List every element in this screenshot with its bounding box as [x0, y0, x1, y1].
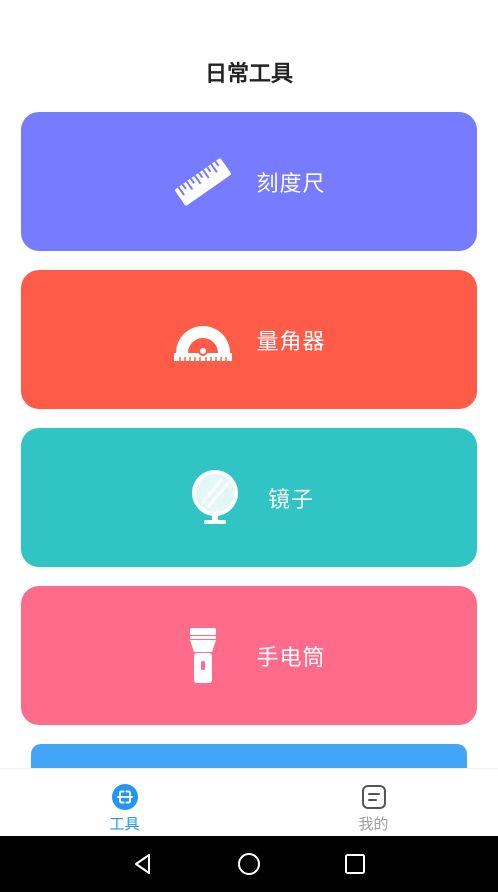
- tool-card-mirror[interactable]: 镜子: [21, 428, 477, 567]
- back-icon: [135, 854, 150, 874]
- tool-card-flashlight[interactable]: 手电筒: [21, 586, 477, 725]
- nav-tab-tools[interactable]: 工具: [0, 769, 249, 836]
- flashlight-icon: [172, 625, 234, 687]
- tool-card-ruler[interactable]: 刻度尺: [21, 112, 477, 251]
- home-icon: [238, 853, 260, 875]
- tool-card-label: 手电筒: [256, 645, 326, 671]
- nav-tab-label: 我的: [358, 815, 389, 833]
- tool-card-label: 量角器: [256, 329, 326, 355]
- tool-card-protractor[interactable]: 量角器: [21, 270, 477, 409]
- page-title: 日常工具: [204, 62, 293, 87]
- tool-card-partial[interactable]: [31, 744, 467, 768]
- home-button[interactable]: [234, 849, 264, 879]
- tool-card-list: 刻度尺 量角器 镜子 手电筒: [21, 112, 477, 744]
- protractor-icon: [172, 309, 234, 371]
- app-screen: 日常工具 刻度尺 量角器 镜子 手电筒 工具 我的: [0, 0, 498, 892]
- bottom-nav: 工具 我的: [0, 768, 498, 836]
- back-button[interactable]: [128, 849, 158, 879]
- nav-tab-label: 工具: [109, 815, 140, 833]
- recents-icon: [345, 854, 365, 874]
- profile-icon: [360, 783, 388, 811]
- recents-button[interactable]: [340, 849, 370, 879]
- ruler-icon: [172, 151, 234, 213]
- tools-icon: [111, 783, 139, 811]
- mirror-icon: [184, 467, 246, 529]
- tool-card-label: 刻度尺: [256, 171, 326, 197]
- tool-card-label: 镜子: [267, 487, 314, 513]
- system-navigation-bar: [0, 836, 498, 892]
- nav-tab-mine[interactable]: 我的: [249, 769, 498, 836]
